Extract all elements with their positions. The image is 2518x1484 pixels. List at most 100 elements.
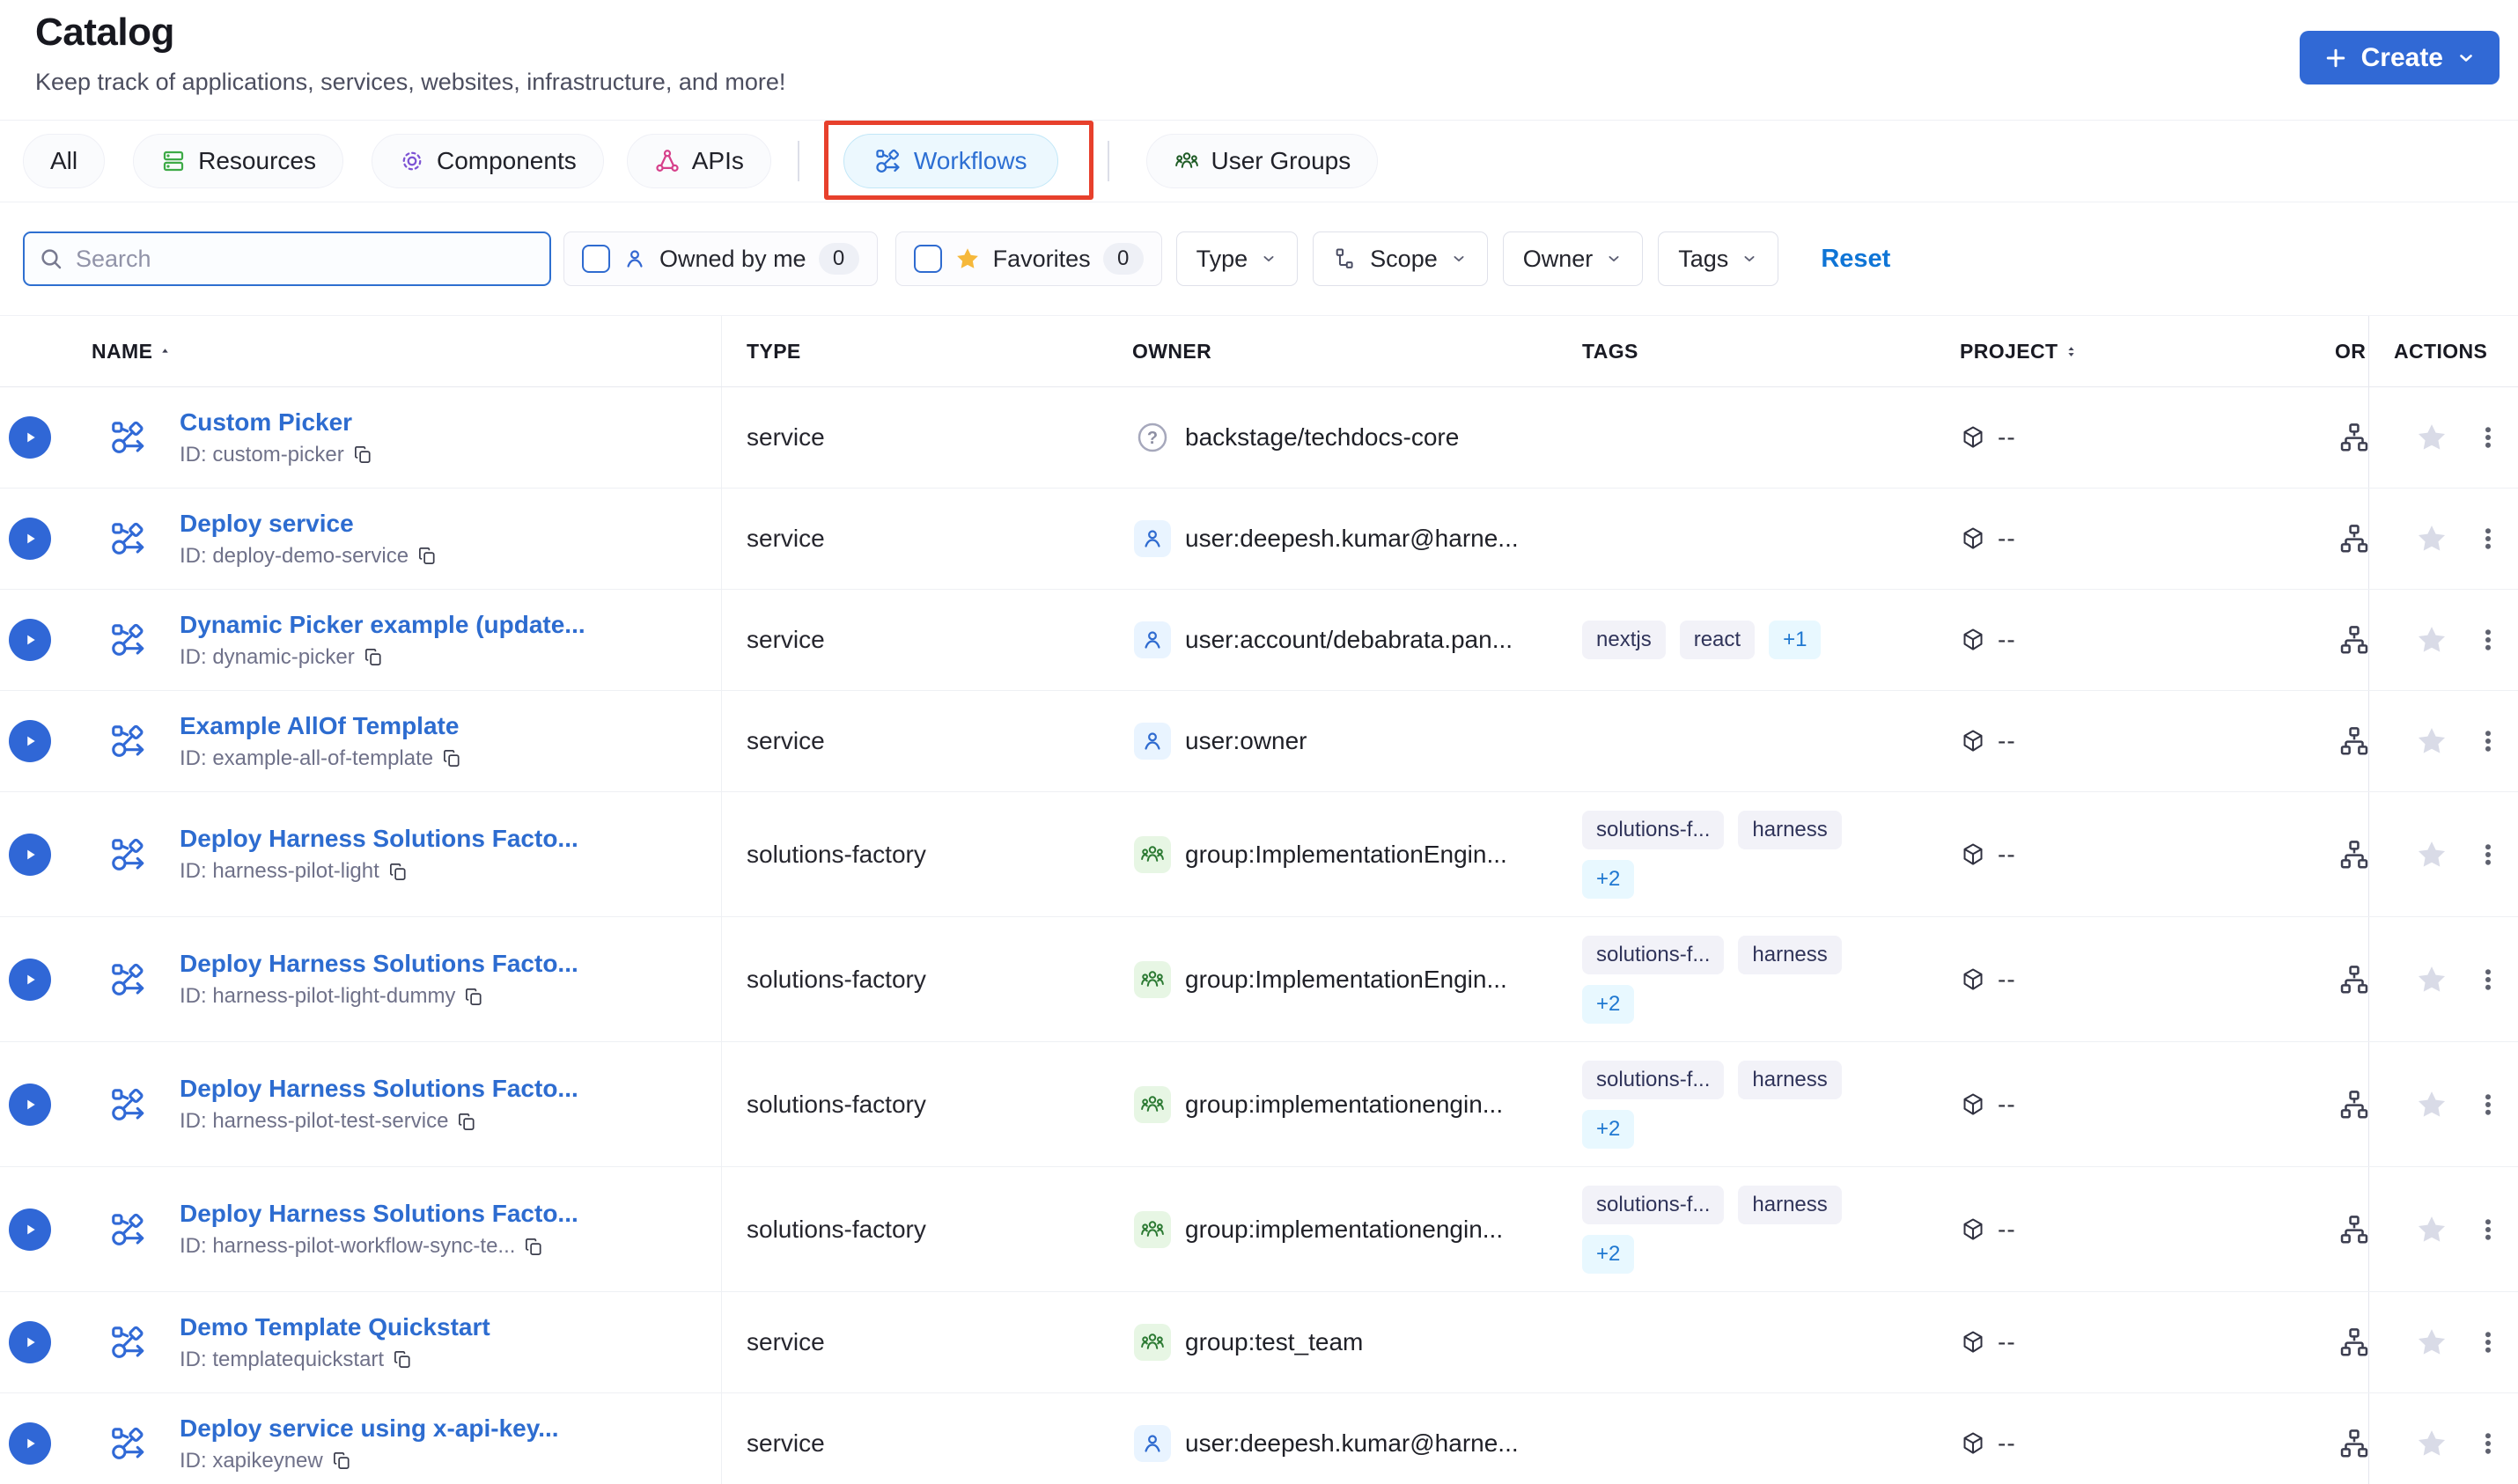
more-tags-pill[interactable]: +2 xyxy=(1582,1109,1635,1149)
execute-workflow-button[interactable] xyxy=(9,958,51,1001)
org-chart-icon[interactable] xyxy=(2338,421,2368,454)
favorite-star-icon[interactable] xyxy=(2415,838,2448,871)
table-row[interactable]: Deploy Harness Solutions Facto... ID: ha… xyxy=(0,917,2518,1042)
kebab-menu-icon[interactable] xyxy=(2475,1430,2501,1457)
name-block: Deploy service using x-api-key... ID: xa… xyxy=(180,1414,559,1473)
favorite-star-icon[interactable] xyxy=(2415,724,2448,758)
table-row[interactable]: Deploy Harness Solutions Facto... ID: ha… xyxy=(0,1167,2518,1292)
kebab-menu-icon[interactable] xyxy=(2475,966,2501,993)
table-row[interactable]: Dynamic Picker example (update... ID: dy… xyxy=(0,590,2518,691)
favorite-star-icon[interactable] xyxy=(2415,623,2448,657)
execute-workflow-button[interactable] xyxy=(9,518,51,560)
table-row[interactable]: Example AllOf Template ID: example-all-o… xyxy=(0,691,2518,792)
workflow-name-link[interactable]: Dynamic Picker example (update... xyxy=(180,611,585,639)
workflow-name-link[interactable]: Example AllOf Template xyxy=(180,712,462,740)
kebab-menu-icon[interactable] xyxy=(2475,525,2501,552)
copy-icon[interactable] xyxy=(393,1349,413,1370)
table-row[interactable]: Demo Template Quickstart ID: templatequi… xyxy=(0,1292,2518,1393)
page-header: Catalog Keep track of applications, serv… xyxy=(0,0,2518,120)
reset-filters-link[interactable]: Reset xyxy=(1821,245,1890,274)
tab-user-groups[interactable]: User Groups xyxy=(1145,134,1379,188)
more-tags-pill[interactable]: +2 xyxy=(1582,1234,1635,1274)
more-tags-pill[interactable]: +2 xyxy=(1582,859,1635,899)
execute-workflow-button[interactable] xyxy=(9,1422,51,1465)
kebab-menu-icon[interactable] xyxy=(2475,728,2501,754)
execute-workflow-button[interactable] xyxy=(9,1083,51,1126)
more-tags-pill[interactable]: +2 xyxy=(1582,984,1635,1024)
copy-icon[interactable] xyxy=(524,1237,544,1257)
table-row[interactable]: Deploy service ID: deploy-demo-service s… xyxy=(0,489,2518,590)
execute-workflow-button[interactable] xyxy=(9,416,51,459)
search-icon xyxy=(38,246,64,272)
favorite-star-icon[interactable] xyxy=(2415,522,2448,555)
table-row[interactable]: Deploy service using x-api-key... ID: xa… xyxy=(0,1393,2518,1484)
kebab-menu-icon[interactable] xyxy=(2475,1329,2501,1355)
workflow-name-link[interactable]: Demo Template Quickstart xyxy=(180,1313,490,1341)
copy-icon[interactable] xyxy=(388,862,409,882)
org-chart-icon[interactable] xyxy=(2338,724,2368,758)
table-row[interactable]: Deploy Harness Solutions Facto... ID: ha… xyxy=(0,1042,2518,1167)
more-tags-pill[interactable]: +1 xyxy=(1769,621,1822,659)
tab-all[interactable]: All xyxy=(23,134,106,188)
workflow-name-link[interactable]: Deploy service using x-api-key... xyxy=(180,1414,559,1443)
kebab-menu-icon[interactable] xyxy=(2475,627,2501,653)
favorite-star-icon[interactable] xyxy=(2415,963,2448,996)
copy-icon[interactable] xyxy=(417,546,438,566)
org-chart-icon[interactable] xyxy=(2338,1427,2368,1460)
workflow-name-link[interactable]: Deploy Harness Solutions Facto... xyxy=(180,1200,578,1228)
execute-workflow-button[interactable] xyxy=(9,619,51,661)
org-chart-icon[interactable] xyxy=(2338,838,2368,871)
copy-icon[interactable] xyxy=(457,1112,477,1132)
copy-icon[interactable] xyxy=(332,1451,352,1471)
favorite-star-icon[interactable] xyxy=(2415,1427,2448,1460)
table-body: Custom Picker ID: custom-picker service … xyxy=(0,387,2518,1484)
search-input[interactable] xyxy=(23,231,551,286)
execute-workflow-button[interactable] xyxy=(9,833,51,876)
org-chart-icon[interactable] xyxy=(2338,963,2368,996)
favorites-filter[interactable]: Favorites 0 xyxy=(895,231,1162,286)
org-chart-icon[interactable] xyxy=(2338,623,2368,657)
execute-workflow-button[interactable] xyxy=(9,1321,51,1363)
execute-workflow-button[interactable] xyxy=(9,1208,51,1251)
workflow-name-link[interactable]: Deploy Harness Solutions Facto... xyxy=(180,950,578,978)
copy-icon[interactable] xyxy=(464,987,484,1007)
workflow-name-link[interactable]: Deploy Harness Solutions Facto... xyxy=(180,1075,578,1103)
kebab-menu-icon[interactable] xyxy=(2475,1216,2501,1243)
column-header-project[interactable]: PROJECT xyxy=(1937,316,2324,386)
org-chart-icon[interactable] xyxy=(2338,1088,2368,1121)
kebab-menu-icon[interactable] xyxy=(2475,1091,2501,1118)
scope-filter-dropdown[interactable]: Scope xyxy=(1313,231,1488,286)
workflow-name-link[interactable]: Deploy Harness Solutions Facto... xyxy=(180,825,578,853)
tab-apis[interactable]: APIs xyxy=(626,134,771,188)
tab-user-groups-label: User Groups xyxy=(1211,147,1351,174)
copy-icon[interactable] xyxy=(364,647,384,667)
kebab-menu-icon[interactable] xyxy=(2475,424,2501,451)
tab-resources[interactable]: Resources xyxy=(133,134,343,188)
column-header-name[interactable]: NAME xyxy=(0,316,722,386)
favorite-star-icon[interactable] xyxy=(2415,421,2448,454)
owned-by-me-checkbox[interactable] xyxy=(582,245,610,273)
copy-icon[interactable] xyxy=(442,748,462,768)
create-button[interactable]: Create xyxy=(2299,31,2500,84)
org-chart-icon[interactable] xyxy=(2338,1213,2368,1246)
workflow-name-link[interactable]: Deploy service xyxy=(180,510,438,538)
search-box xyxy=(23,231,551,286)
org-chart-icon[interactable] xyxy=(2338,522,2368,555)
tab-components[interactable]: Components xyxy=(371,134,604,188)
execute-workflow-button[interactable] xyxy=(9,720,51,762)
tab-workflows[interactable]: Workflows xyxy=(843,134,1058,188)
table-row[interactable]: Deploy Harness Solutions Facto... ID: ha… xyxy=(0,792,2518,917)
org-chart-icon[interactable] xyxy=(2338,1326,2368,1359)
owned-by-me-filter[interactable]: Owned by me 0 xyxy=(563,231,878,286)
copy-icon[interactable] xyxy=(353,444,373,465)
tags-filter-dropdown[interactable]: Tags xyxy=(1658,231,1779,286)
favorite-star-icon[interactable] xyxy=(2415,1088,2448,1121)
workflow-name-link[interactable]: Custom Picker xyxy=(180,408,373,437)
favorite-star-icon[interactable] xyxy=(2415,1326,2448,1359)
kebab-menu-icon[interactable] xyxy=(2475,841,2501,868)
owner-filter-dropdown[interactable]: Owner xyxy=(1502,231,1644,286)
table-row[interactable]: Custom Picker ID: custom-picker service … xyxy=(0,387,2518,489)
favorite-star-icon[interactable] xyxy=(2415,1213,2448,1246)
type-filter-dropdown[interactable]: Type xyxy=(1175,231,1299,286)
favorites-checkbox[interactable] xyxy=(913,245,942,273)
